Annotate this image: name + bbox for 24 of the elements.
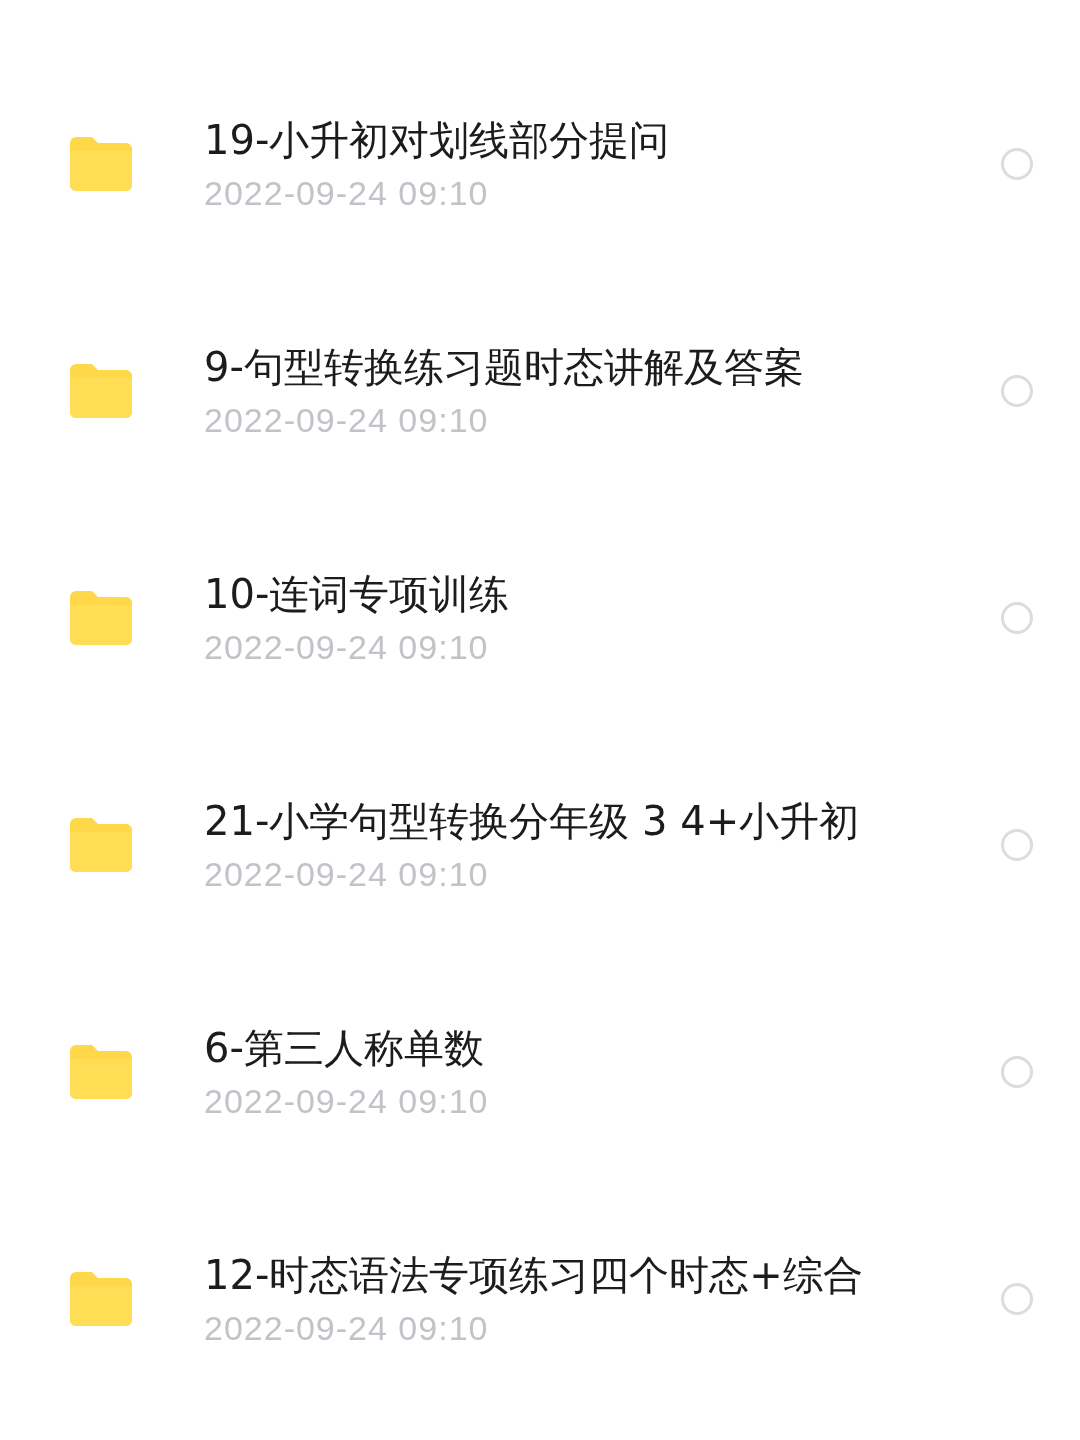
file-date: 2022-09-24 09:10 [204,853,490,894]
file-date: 2022-09-24 09:10 [204,1080,490,1121]
file-date: 2022-09-24 09:10 [204,399,490,440]
select-circle[interactable] [1001,1282,1033,1315]
select-circle[interactable] [1001,374,1033,407]
file-date: 2022-09-24 09:10 [204,626,490,667]
select-circle[interactable] [1001,828,1033,861]
select-circle[interactable] [1001,147,1033,180]
file-date: 2022-09-24 09:10 [204,1307,490,1348]
file-date: 2022-09-24 09:10 [204,172,490,213]
file-name[interactable]: 6-第三人称单数 [204,1022,884,1073]
folder-icon [70,590,132,645]
file-name[interactable]: 12-时态语法专项练习四个时态+综合 [204,1249,884,1300]
file-name[interactable]: 10-连词专项训练 [204,568,884,619]
select-circle[interactable] [1001,601,1033,634]
file-name[interactable]: 21-小学句型转换分年级 3 4+小升初 [204,795,884,846]
file-name[interactable]: 19-小升初对划线部分提问 [204,114,884,165]
folder-icon [70,1271,132,1326]
select-circle[interactable] [1001,1055,1033,1088]
folder-icon [70,136,132,191]
file-name[interactable]: 9-句型转换练习题时态讲解及答案 [204,341,884,392]
folder-icon [70,1044,132,1099]
folder-icon [70,817,132,872]
folder-icon [70,363,132,418]
